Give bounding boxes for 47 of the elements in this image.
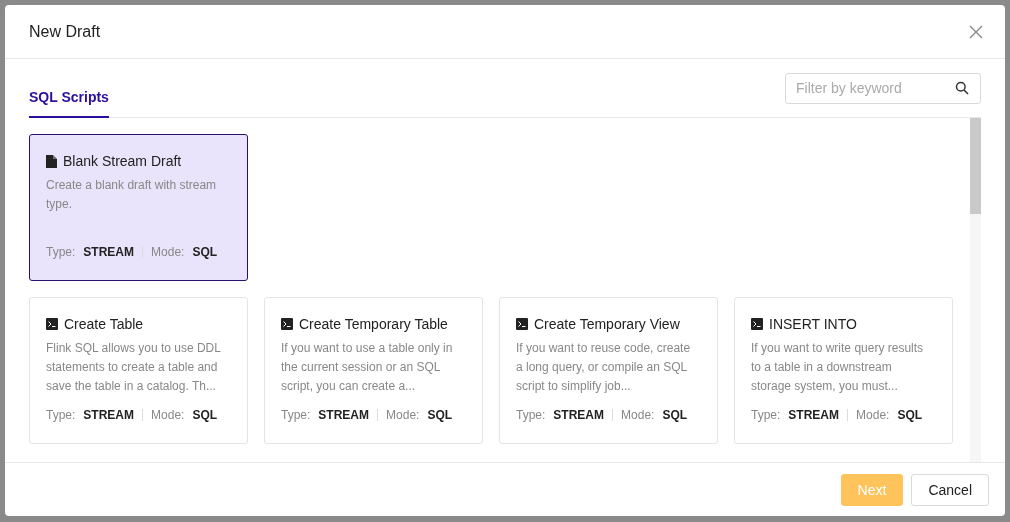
- card-title: INSERT INTO: [769, 316, 857, 332]
- template-card[interactable]: Blank Stream Draft Create a blank draft with stream type. Type: STREAM Mode: SQL: [29, 134, 248, 281]
- type-value: STREAM: [553, 408, 605, 422]
- cancel-button[interactable]: Cancel: [911, 473, 989, 506]
- terminal-icon: [516, 318, 528, 330]
- type-label: Type:: [46, 245, 76, 259]
- type-label: Type:: [516, 408, 546, 422]
- mode-value: SQL: [192, 245, 218, 259]
- type-label: Type:: [46, 408, 76, 422]
- terminal-icon: [46, 318, 58, 330]
- type-value: STREAM: [788, 408, 840, 422]
- search-field[interactable]: Filter by keyword: [785, 72, 981, 104]
- template-card[interactable]: INSERT INTO If you want to write query results to a table in a downstream storage system, you must... Type: STREAM Mode: SQL: [734, 297, 953, 444]
- file-icon: [46, 154, 57, 168]
- mode-label: Mode:: [386, 408, 420, 422]
- template-card[interactable]: Create Temporary Table If you want to use a table only in the current session or an SQL script, you can create a... Type: STREAM Mode: SQL: [264, 297, 483, 444]
- card-title: Blank Stream Draft: [63, 153, 182, 169]
- type-label: Type:: [751, 408, 781, 422]
- mode-value: SQL: [427, 408, 453, 422]
- mode-label: Mode:: [856, 408, 890, 422]
- mode-value: SQL: [662, 408, 688, 422]
- type-value: STREAM: [83, 408, 135, 422]
- scrollbar-thumb[interactable]: [970, 118, 981, 214]
- mode-value: SQL: [897, 408, 923, 422]
- mode-value: SQL: [192, 408, 218, 422]
- mode-label: Mode:: [151, 245, 185, 259]
- card-description: Flink SQL allows you to use DDL statements to create a table and save the table in a catalog. Th...: [46, 340, 222, 395]
- mode-label: Mode:: [151, 408, 185, 422]
- mode-label: Mode:: [621, 408, 655, 422]
- terminal-icon: [281, 318, 293, 330]
- type-value: STREAM: [318, 408, 370, 422]
- template-card[interactable]: Create Temporary View If you want to reuse code, create a long query, or compile an SQL script to simplify job... Type: STREAM Mode: SQL: [499, 297, 718, 444]
- template-card[interactable]: Create Table Flink SQL allows you to use DDL statements to create a table and save the table in a catalog. Th... Type: STREAM Mode: SQL: [29, 297, 248, 444]
- type-label: Type:: [281, 408, 311, 422]
- card-title: Create Temporary Table: [299, 316, 448, 332]
- terminal-icon: [751, 318, 763, 330]
- close-icon[interactable]: [969, 24, 983, 39]
- card-description: Create a blank draft with stream type.: [46, 177, 218, 213]
- card-description: If you want to use a table only in the current session or an SQL script, you can create a...: [281, 340, 454, 395]
- card-description: If you want to reuse code, create a long query, or compile an SQL script to simplify job...: [516, 340, 692, 395]
- type-value: STREAM: [83, 245, 135, 259]
- search-icon: [955, 80, 969, 95]
- card-description: If you want to write query results to a table in a downstream storage system, you must...: [751, 340, 925, 395]
- card-title: Create Table: [64, 316, 144, 332]
- dialog-title: New Draft: [29, 22, 101, 41]
- card-title: Create Temporary View: [534, 316, 680, 332]
- tab[interactable]: SQL Scripts: [29, 59, 109, 118]
